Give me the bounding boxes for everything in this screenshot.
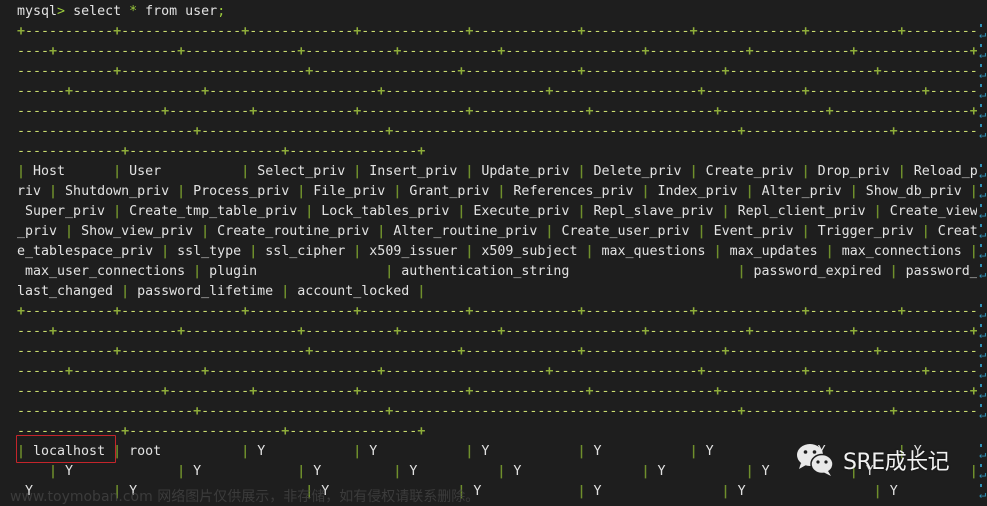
highlighted-host-cell (16, 435, 116, 463)
header-line: e_tablespace_priv | ssl_type | ssl_ciphe… (17, 244, 977, 259)
wechat-icon (795, 442, 837, 478)
wrap-arrow-icon: ↵ (979, 124, 987, 141)
wrap-arrow-icon: ↵ (979, 64, 987, 81)
border-line: +-----------+---------------+-----------… (17, 304, 977, 319)
border-line: ------+----------------+----------------… (17, 364, 977, 379)
border-line: ----------------------+-----------------… (17, 124, 977, 139)
border-line: ------------------+----------+----------… (17, 384, 977, 399)
wrap-arrow-icon: ↵ (979, 484, 987, 501)
wrap-arrow-icon: ↵ (979, 204, 987, 221)
wrap-arrow-icon: ↵ (979, 404, 987, 421)
header-line: | Host | User | Select_priv | Insert_pri… (17, 164, 977, 179)
wrap-arrow-icon: ↵ (979, 324, 987, 341)
wrap-arrow-icon: ↵ (979, 84, 987, 101)
header-line: max_user_connections | plugin | authenti… (17, 264, 977, 279)
header-line: Super_priv | Create_tmp_table_priv | Loc… (17, 204, 977, 219)
wrap-arrow-icon: ↵ (979, 344, 987, 361)
sql-command: select * from user; (73, 4, 226, 19)
wrap-arrow-icon: ↵ (979, 304, 987, 321)
watermark-text: www.toymoban.com 网络图片仅供展示，非存储，如有侵权请联系删除。 (10, 489, 480, 505)
border-line: ------------------+----------+----------… (17, 104, 977, 119)
border-line: +-----------+---------------+-----------… (17, 24, 977, 39)
wrap-arrow-icon: ↵ (979, 364, 987, 381)
header-line: riv | Shutdown_priv | Process_priv | Fil… (17, 184, 977, 199)
wrap-arrow-icon: ↵ (979, 184, 987, 201)
brand-name: SRE成长记 (843, 450, 950, 475)
wrap-arrow-icon: ↵ (979, 384, 987, 401)
wrap-arrow-icon: ↵ (979, 264, 987, 281)
result-table: +-----------+---------------+-----------… (17, 22, 977, 502)
wrap-arrow-icon: ↵ (979, 244, 987, 261)
brand-badge: SRE成长记 (795, 440, 950, 480)
wrap-arrow-icon: ↵ (979, 24, 987, 41)
wrap-arrow-icon: ↵ (979, 224, 987, 241)
border-line: ----+---------------+--------------+----… (17, 324, 977, 339)
wrap-arrow-icon: ↵ (979, 464, 987, 481)
border-line: -------------+-------------------+------… (17, 144, 426, 159)
border-line: -------------+-------------------+------… (17, 424, 426, 439)
border-line: ------+----------------+----------------… (17, 84, 977, 99)
line-wrap-indicators: ↵ ↵ ↵ ↵ ↵ ↵ ↵ ↵ ↵ ↵ ↵ ↵ ↵ ↵ ↵ ↵ ↵ ↵ ↵ ↵ ↵ (979, 2, 987, 505)
wrap-arrow-icon: ↵ (979, 164, 987, 181)
border-line: ----------------------+-----------------… (17, 404, 977, 419)
border-line: ------------+-----------------------+---… (17, 344, 977, 359)
command-line: mysql> select * from user; (17, 2, 977, 22)
wrap-arrow-icon: ↵ (979, 104, 987, 121)
header-line: last_changed | password_lifetime | accou… (17, 284, 426, 299)
header-line: _priv | Show_view_priv | Create_routine_… (17, 224, 977, 239)
border-line: ----+---------------+--------------+----… (17, 44, 977, 59)
border-line: ------------+-----------------------+---… (17, 64, 977, 79)
terminal-output[interactable]: mysql> select * from user; +-----------+… (17, 2, 977, 505)
mysql-prompt: mysql> (17, 4, 66, 19)
wrap-arrow-icon: ↵ (979, 444, 987, 461)
wrap-arrow-icon: ↵ (979, 44, 987, 61)
